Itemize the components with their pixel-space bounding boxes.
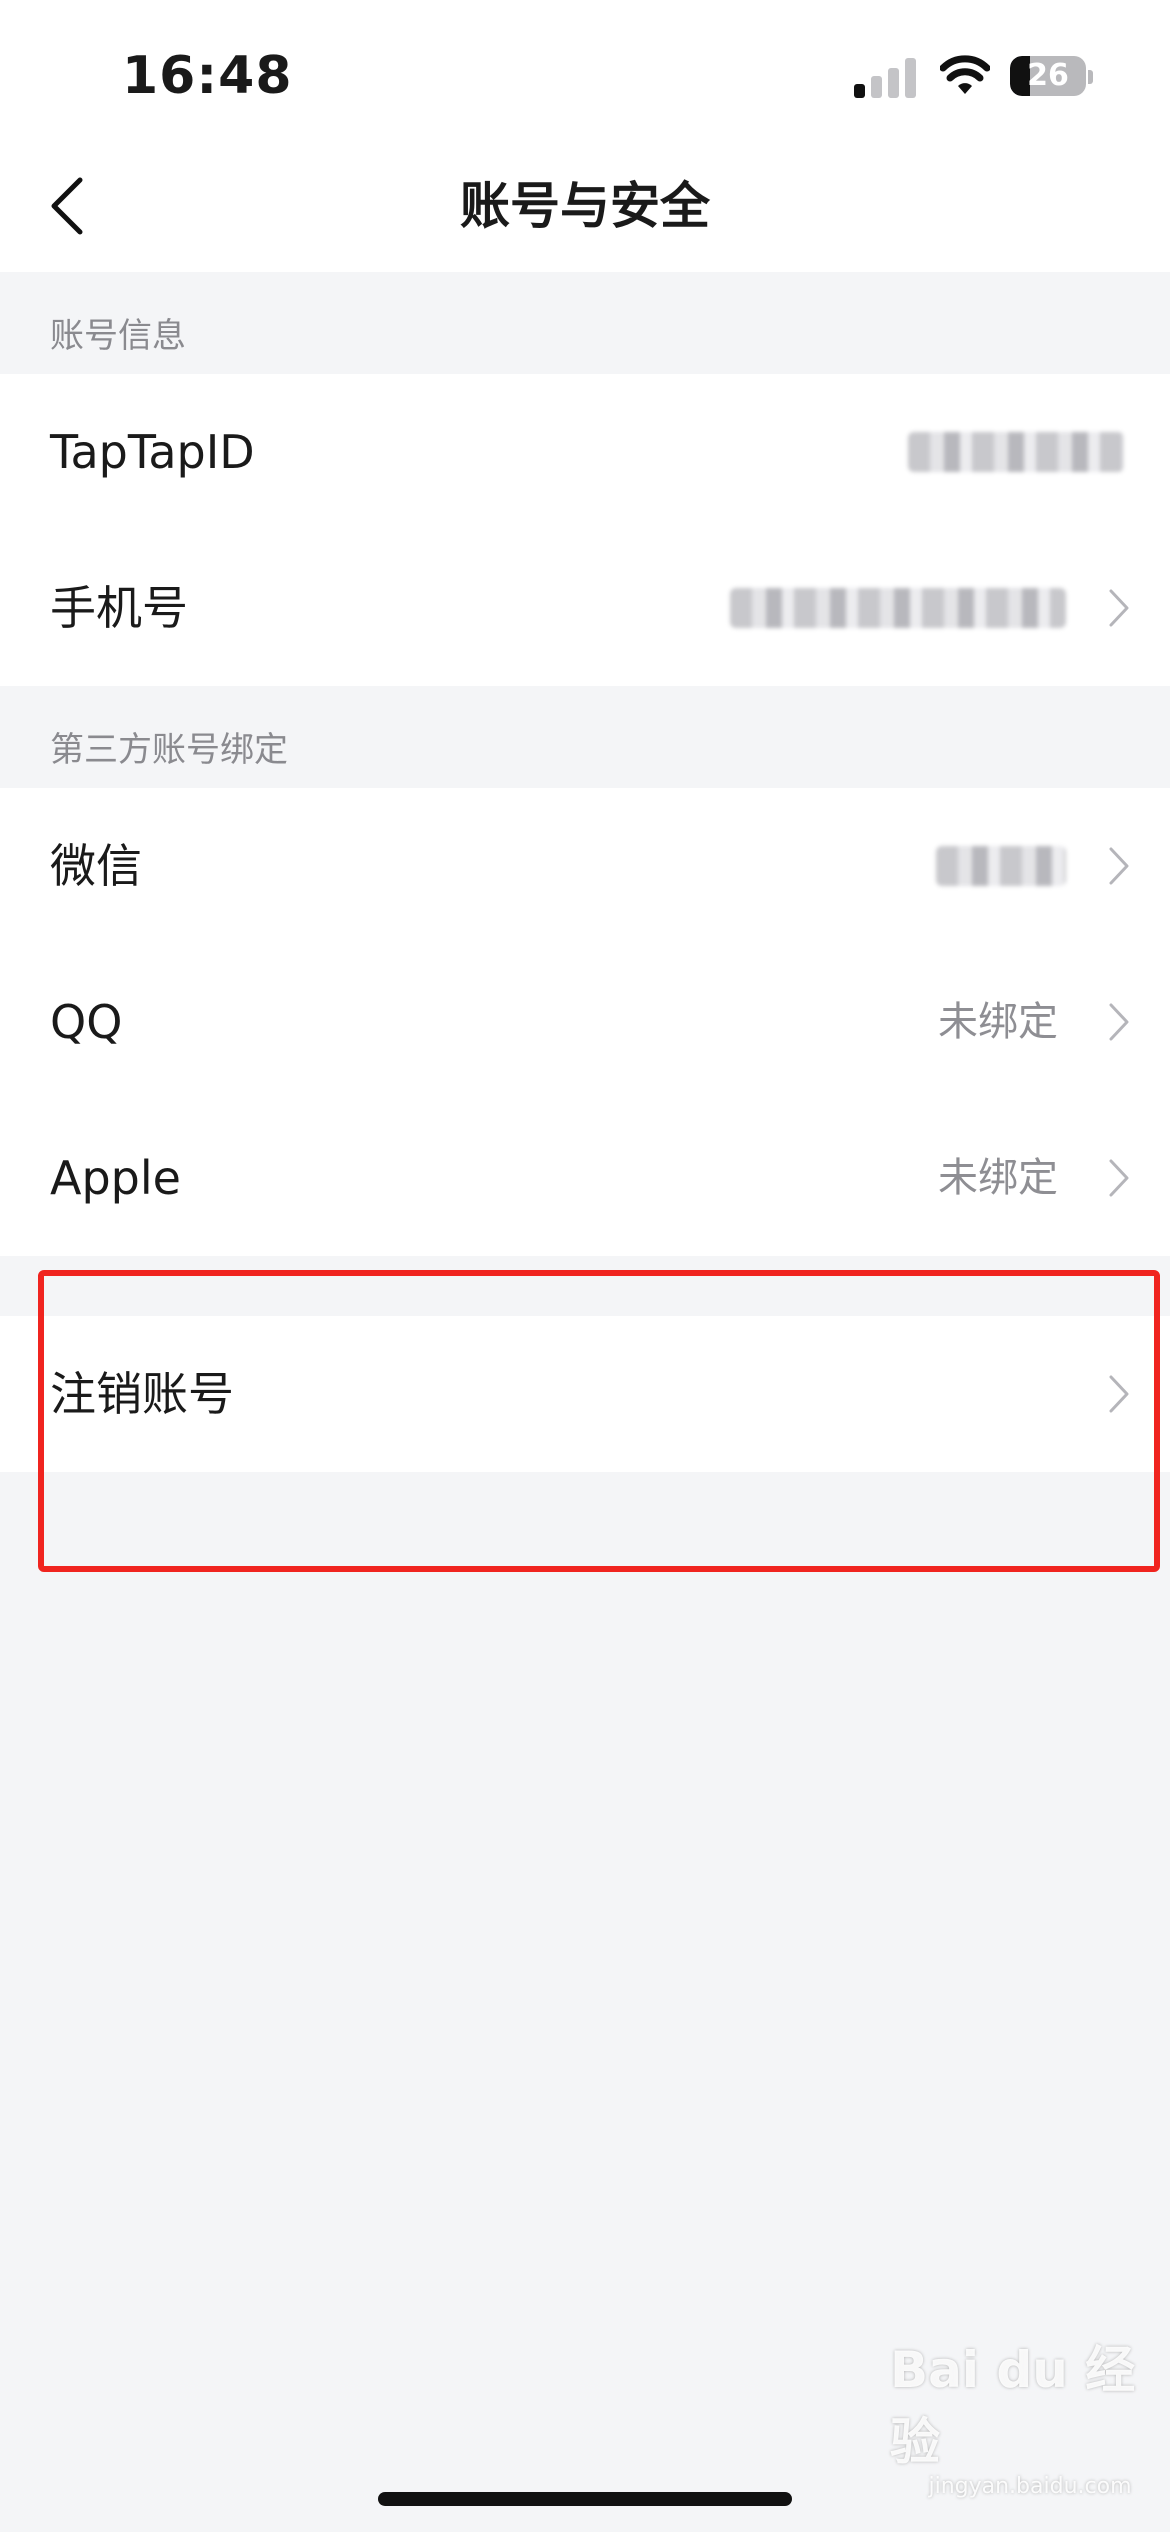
- taptap-id-label: TapTapID: [50, 425, 255, 479]
- phone-value-redacted: [730, 588, 1066, 628]
- watermark-text: Bai du 经验: [890, 2341, 1136, 2471]
- status-bar: 16:48 26: [0, 0, 1170, 140]
- row-qq[interactable]: QQ 未绑定: [0, 944, 1170, 1100]
- qq-status: 未绑定: [938, 999, 1058, 1045]
- annotation-highlight-box: [38, 1270, 1160, 1572]
- third-party-group: 微信 QQ 未绑定 Apple 未绑定: [0, 788, 1170, 1256]
- qq-label: QQ: [50, 995, 123, 1049]
- section-label-third-party: 第三方账号绑定: [50, 730, 288, 770]
- battery-cap: [1088, 70, 1093, 84]
- phone-label: 手机号: [50, 581, 188, 635]
- apple-label: Apple: [50, 1151, 181, 1205]
- account-info-group: TapTapID 手机号: [0, 374, 1170, 686]
- chevron-right-icon: [1109, 589, 1129, 627]
- cellular-signal-icon: [854, 58, 916, 98]
- chevron-right-icon: [1109, 847, 1129, 885]
- navigation-bar: 账号与安全: [0, 140, 1170, 272]
- row-phone[interactable]: 手机号: [0, 530, 1170, 686]
- wifi-icon: [940, 55, 990, 94]
- row-apple[interactable]: Apple 未绑定: [0, 1100, 1170, 1256]
- row-wechat[interactable]: 微信: [0, 788, 1170, 944]
- chevron-right-icon: [1109, 1003, 1129, 1041]
- wechat-value-redacted: [936, 846, 1066, 886]
- page-title: 账号与安全: [460, 177, 710, 235]
- back-chevron-icon[interactable]: [44, 174, 90, 238]
- taptap-id-value-redacted: [908, 432, 1124, 472]
- row-taptap-id: TapTapID: [0, 374, 1170, 530]
- battery-percentage: 26: [1027, 58, 1069, 93]
- baidu-watermark: Bai du 经验 jingyan.baidu.com: [890, 2330, 1170, 2499]
- apple-status: 未绑定: [938, 1155, 1058, 1201]
- status-time: 16:48: [122, 46, 293, 106]
- section-label-account-info: 账号信息: [50, 316, 186, 356]
- wechat-label: 微信: [50, 839, 142, 893]
- watermark-subtext: jingyan.baidu.com: [928, 2474, 1132, 2499]
- battery-icon: 26: [1010, 56, 1086, 96]
- home-indicator: [378, 2492, 792, 2506]
- chevron-right-icon: [1109, 1159, 1129, 1197]
